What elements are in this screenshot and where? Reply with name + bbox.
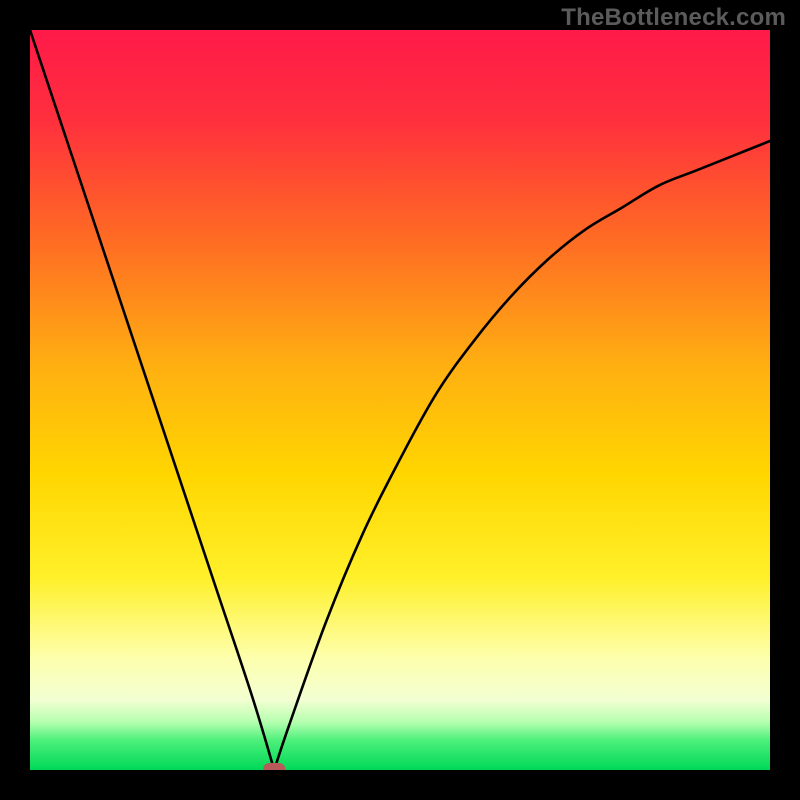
min-marker (263, 763, 285, 770)
bottleneck-chart (30, 30, 770, 770)
chart-frame: TheBottleneck.com (0, 0, 800, 800)
watermark-text: TheBottleneck.com (561, 4, 786, 32)
plot-area (30, 30, 770, 770)
